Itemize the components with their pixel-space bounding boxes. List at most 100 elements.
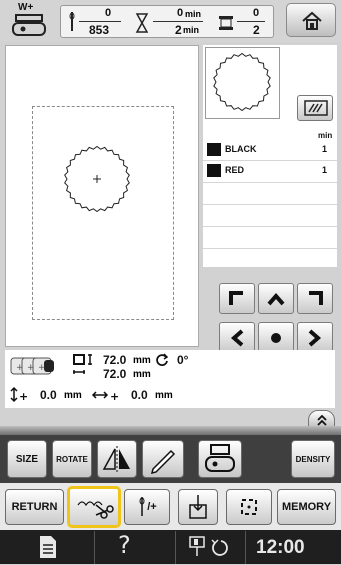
center-button[interactable]	[258, 322, 294, 353]
svg-text:+: +	[16, 363, 24, 373]
progress-panel: 0 853 0 min 2 min 0 2	[60, 5, 274, 38]
height-unit: mm	[133, 369, 151, 380]
frame-size-icon: + + +	[10, 357, 54, 375]
thread-minutes: 1	[322, 165, 328, 175]
pattern-height: 72.0	[103, 367, 127, 381]
document-icon	[40, 536, 56, 558]
home-button[interactable]	[286, 3, 336, 37]
svg-text:+: +	[110, 390, 119, 403]
move-up-left-button[interactable]	[219, 283, 255, 314]
thread-row[interactable]: RED 1	[205, 162, 333, 179]
row-divider	[203, 204, 337, 205]
dashed-frame-icon	[241, 499, 257, 515]
svg-text:+: +	[19, 390, 27, 403]
chevron-left-icon	[230, 328, 244, 347]
time-current: 0	[177, 7, 184, 19]
frame-icon	[12, 14, 46, 36]
help-button[interactable]: ?	[118, 531, 131, 559]
setting-button[interactable]	[187, 534, 233, 560]
thread-name: BLACK	[225, 144, 257, 154]
trial-button[interactable]	[178, 489, 218, 525]
move-up-button[interactable]	[258, 283, 294, 314]
embroidery-frame-button[interactable]: W+	[6, 2, 50, 40]
thread-row[interactable]: BLACK 1	[205, 141, 333, 158]
corner-up-left-icon	[229, 290, 243, 305]
offset-vertical: 0.0	[40, 388, 57, 402]
clock: 12:00	[256, 537, 305, 558]
thread-tension-button[interactable]: /+	[124, 489, 170, 525]
return-button[interactable]: RETURN	[5, 489, 64, 525]
color-total: 2	[253, 23, 260, 37]
offset-horizontal: 0.0	[131, 388, 148, 402]
offset-v-unit: mm	[64, 390, 82, 401]
pattern-info-area: + + + 72.0 mm 0° 72.0 mm + 0.0 mm + 0.0 …	[5, 350, 335, 408]
offset-h-unit: mm	[155, 390, 173, 401]
vertical-offset-icon: +	[10, 386, 27, 403]
thread-minutes: 1	[322, 144, 328, 154]
spool-icon	[219, 16, 233, 30]
color-current: 0	[253, 7, 260, 19]
size-label: SIZE	[15, 453, 39, 465]
move-up-right-button[interactable]	[297, 283, 333, 314]
time-unit-total: min	[183, 25, 200, 35]
stitch-total: 853	[89, 23, 110, 37]
manual-button[interactable]	[38, 534, 58, 560]
rotate-button[interactable]: ROTATE	[52, 440, 92, 478]
monitor-icon	[304, 100, 328, 116]
thread-name: RED	[225, 165, 245, 175]
thumbnail-pattern	[213, 52, 271, 112]
tension-label: /+	[147, 501, 157, 513]
edit-colors-button[interactable]	[142, 440, 184, 478]
time-unit-current: min	[185, 9, 202, 19]
zoom-view-button[interactable]	[297, 95, 333, 121]
move-right-button[interactable]	[297, 322, 333, 353]
row-divider	[203, 248, 337, 249]
thread-time-header: min	[318, 131, 333, 140]
home-icon	[302, 11, 322, 30]
density-button[interactable]: DENSITY	[291, 440, 335, 478]
double-chevron-up-icon	[317, 414, 327, 426]
color-divider	[237, 21, 265, 22]
pattern-thumbnail	[205, 47, 280, 119]
embroidery-frame-icon	[205, 444, 235, 472]
svg-text:+: +	[38, 363, 46, 373]
toolbar-divider	[0, 426, 341, 435]
row-divider	[203, 182, 337, 183]
scissors-stitch-icon	[77, 501, 114, 519]
needle-thread-icon	[139, 497, 145, 516]
rotate-angle-icon	[156, 353, 169, 366]
horizontal-offset-icon: +	[91, 390, 119, 403]
wplus-label: W+	[18, 2, 34, 13]
pattern-width: 72.0	[103, 353, 127, 367]
density-label: DENSITY	[295, 454, 331, 464]
return-label: RETURN	[11, 501, 58, 513]
pencil-icon	[150, 449, 176, 474]
embroidery-edit-area[interactable]	[5, 45, 199, 347]
status-divider	[175, 531, 176, 564]
size-dimension-icon	[73, 354, 92, 374]
thread-swatch	[207, 143, 221, 156]
hourglass-icon	[135, 13, 149, 33]
time-divider	[153, 21, 203, 22]
svg-text:+: +	[27, 363, 35, 373]
outline-button[interactable]	[226, 489, 272, 525]
frame-layout-button[interactable]	[198, 440, 242, 478]
machine-settings-icon	[189, 536, 228, 556]
move-left-button[interactable]	[219, 322, 255, 353]
corner-up-right-icon	[309, 290, 323, 305]
rotation-angle: 0°	[177, 353, 189, 367]
row-divider	[203, 160, 337, 161]
stitch-divider	[79, 21, 121, 22]
thread-trim-button[interactable]	[67, 486, 121, 528]
status-divider	[245, 531, 246, 564]
mirror-button[interactable]	[97, 440, 137, 478]
memory-button[interactable]: MEMORY	[277, 489, 336, 525]
memory-label: MEMORY	[281, 501, 332, 513]
mirror-icon	[102, 446, 130, 472]
stitch-current: 0	[105, 7, 112, 19]
center-dot-icon	[271, 332, 281, 343]
size-button[interactable]: SIZE	[7, 440, 47, 478]
time-total: 2	[175, 23, 182, 37]
status-divider	[94, 531, 95, 564]
chevron-up-icon	[267, 292, 285, 305]
